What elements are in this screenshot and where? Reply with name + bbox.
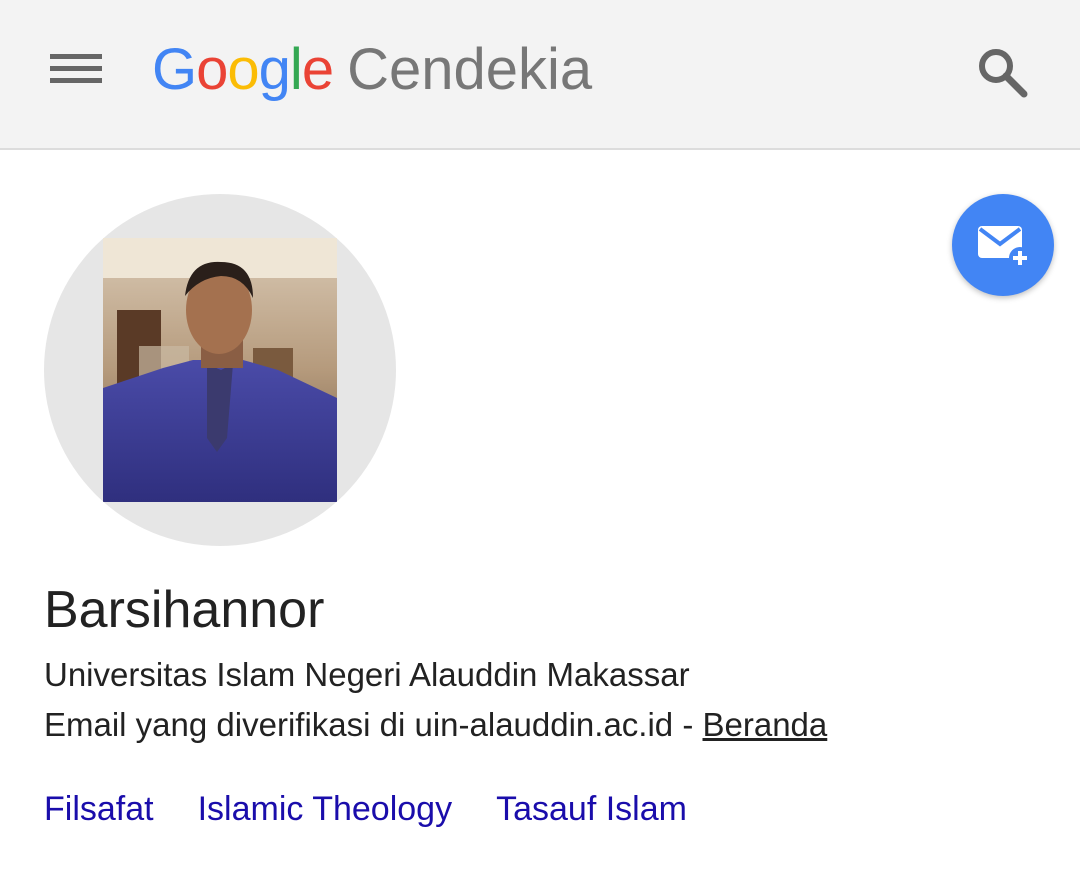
interest-link[interactable]: Islamic Theology bbox=[198, 790, 453, 829]
interest-link[interactable]: Tasauf Islam bbox=[496, 790, 687, 829]
brand-letter: o bbox=[227, 36, 259, 102]
email-add-icon bbox=[978, 226, 1031, 269]
product-name: Cendekia bbox=[347, 36, 593, 102]
hamburger-menu-icon[interactable] bbox=[46, 48, 106, 90]
research-interests: Filsafat Islamic Theology Tasauf Islam bbox=[44, 790, 687, 829]
google-scholar-logo[interactable]: Google Cendekia bbox=[152, 24, 592, 114]
profile-avatar bbox=[44, 194, 396, 546]
profile-name: Barsihannor bbox=[44, 581, 325, 639]
brand-letter: g bbox=[258, 36, 291, 102]
profile-photo bbox=[103, 238, 337, 502]
brand-letter: o bbox=[196, 36, 228, 102]
brand-letter: e bbox=[301, 36, 334, 102]
brand-letter: l bbox=[289, 36, 303, 102]
search-icon[interactable] bbox=[972, 42, 1032, 102]
homepage-link[interactable]: Beranda bbox=[703, 706, 828, 743]
verified-email-line: Email yang diverifikasi di uin-alauddin.… bbox=[44, 706, 827, 744]
interest-link[interactable]: Filsafat bbox=[44, 790, 154, 829]
brand-letter: G bbox=[152, 36, 197, 102]
profile-affiliation: Universitas Islam Negeri Alauddin Makass… bbox=[44, 656, 690, 693]
google-wordmark: Google bbox=[152, 36, 334, 103]
follow-email-button[interactable] bbox=[952, 194, 1054, 296]
verified-email-text: Email yang diverifikasi di uin-alauddin.… bbox=[44, 706, 703, 743]
top-app-bar: Google Cendekia bbox=[0, 0, 1080, 150]
